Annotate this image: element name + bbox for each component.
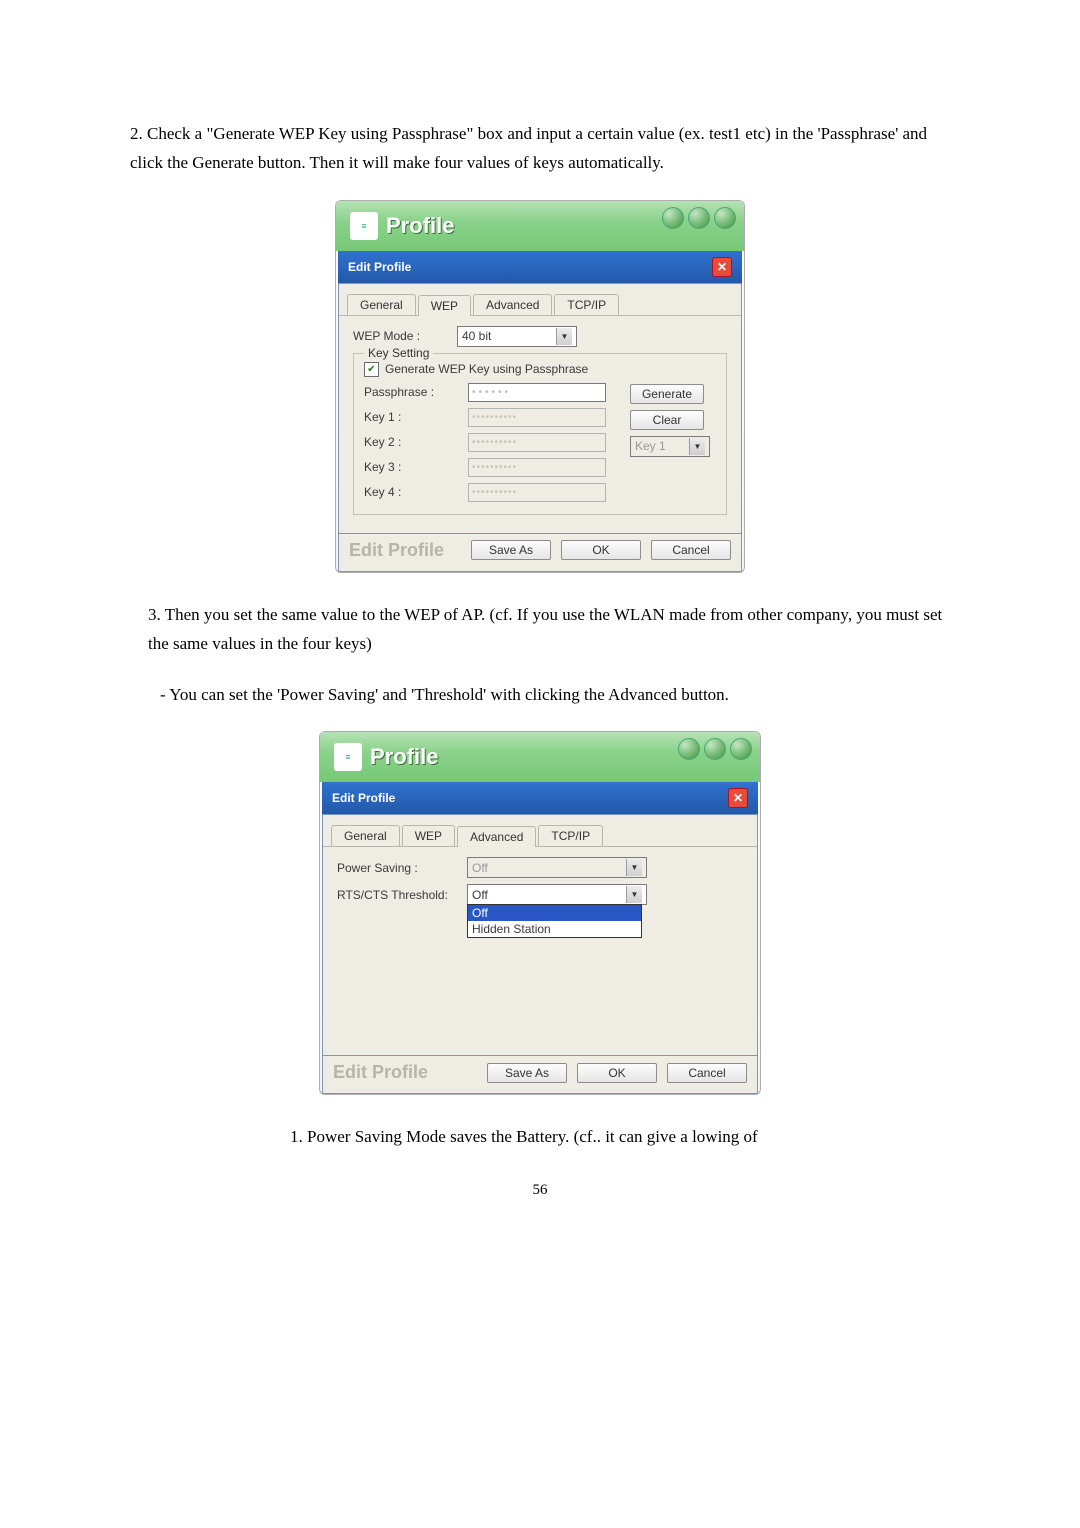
titlebar-extra-icon[interactable] [730, 738, 752, 760]
rts-option-off[interactable]: Off [468, 905, 641, 921]
chevron-down-icon: ▼ [556, 328, 572, 345]
app-logo-icon: ≡ [350, 212, 378, 240]
app-title: Profile [386, 213, 454, 239]
save-as-button[interactable]: Save As [471, 540, 551, 560]
rts-dropdown-list: Off Hidden Station [467, 904, 642, 938]
power-saving-label: Power Saving : [337, 861, 467, 875]
tabs: General WEP Advanced TCP/IP [339, 288, 741, 316]
ok-button[interactable]: OK [561, 540, 641, 560]
app-logo-icon: ≡ [334, 743, 362, 771]
tab-wep[interactable]: WEP [402, 825, 455, 846]
profile-window-wep: ≡ Profile Edit Profile ✕ General WEP Adv… [335, 200, 745, 573]
close-icon[interactable]: ✕ [728, 788, 748, 808]
titlebar-close-icon[interactable] [688, 207, 710, 229]
app-title: Profile [370, 744, 438, 770]
paragraph-2: 3. Then you set the same value to the WE… [130, 601, 950, 659]
wep-mode-label: WEP Mode : [353, 329, 457, 343]
key-setting-legend: Key Setting [364, 346, 433, 360]
key4-input: •••••••••• [468, 483, 606, 502]
generate-passphrase-label: Generate WEP Key using Passphrase [385, 362, 588, 376]
tab-general[interactable]: General [331, 825, 400, 846]
close-icon[interactable]: ✕ [712, 257, 732, 277]
generate-passphrase-checkbox[interactable]: ✔ [364, 362, 379, 377]
paragraph-1: 2. Check a "Generate WEP Key using Passp… [130, 120, 950, 178]
key-setting-group: Key Setting ✔ Generate WEP Key using Pas… [353, 353, 727, 515]
cancel-button[interactable]: Cancel [651, 540, 731, 560]
generate-button[interactable]: Generate [630, 384, 704, 404]
key2-input: •••••••••• [468, 433, 606, 452]
key3-label: Key 3 : [364, 460, 468, 474]
power-saving-select: Off ▼ [467, 857, 647, 878]
passphrase-input[interactable]: •••••• [468, 383, 606, 402]
profile-window-advanced: ≡ Profile Edit Profile ✕ General WEP Adv… [319, 731, 761, 1095]
chevron-down-icon: ▼ [626, 886, 642, 903]
key4-label: Key 4 : [364, 485, 468, 499]
titlebar-min-icon[interactable] [678, 738, 700, 760]
footer-title: Edit Profile [333, 1062, 428, 1083]
power-saving-value: Off [472, 861, 488, 875]
page-number: 56 [130, 1182, 950, 1199]
clear-button[interactable]: Clear [630, 410, 704, 430]
ok-button[interactable]: OK [577, 1063, 657, 1083]
tab-advanced[interactable]: Advanced [457, 826, 536, 847]
titlebar-close-icon[interactable] [704, 738, 726, 760]
wep-mode-select[interactable]: 40 bit ▼ [457, 326, 577, 347]
passphrase-label: Passphrase : [364, 385, 468, 399]
chevron-down-icon: ▼ [689, 438, 705, 455]
titlebar-extra-icon[interactable] [714, 207, 736, 229]
tab-advanced[interactable]: Advanced [473, 294, 552, 315]
key-number-value: Key 1 [635, 439, 666, 453]
tab-general[interactable]: General [347, 294, 416, 315]
rts-option-hidden[interactable]: Hidden Station [468, 921, 641, 937]
titlebar-min-icon[interactable] [662, 207, 684, 229]
footer-title: Edit Profile [349, 540, 444, 561]
key3-input: •••••••••• [468, 458, 606, 477]
titlebar: ≡ Profile [336, 201, 744, 251]
titlebar: ≡ Profile [320, 732, 760, 782]
key-number-select: Key 1 ▼ [630, 436, 710, 457]
rts-threshold-value: Off [472, 888, 488, 902]
chevron-down-icon: ▼ [626, 859, 642, 876]
dialog-title: Edit Profile [332, 791, 395, 805]
wep-mode-value: 40 bit [462, 329, 491, 343]
rts-threshold-label: RTS/CTS Threshold: [337, 888, 467, 902]
cancel-button[interactable]: Cancel [667, 1063, 747, 1083]
dialog-header: Edit Profile ✕ [338, 251, 742, 283]
key1-label: Key 1 : [364, 410, 468, 424]
key1-input: •••••••••• [468, 408, 606, 427]
tab-wep[interactable]: WEP [418, 295, 471, 316]
tabs: General WEP Advanced TCP/IP [323, 819, 757, 847]
tab-tcpip[interactable]: TCP/IP [554, 294, 619, 315]
dialog-header: Edit Profile ✕ [322, 782, 758, 814]
paragraph-4: 1. Power Saving Mode saves the Battery. … [130, 1123, 950, 1152]
tab-tcpip[interactable]: TCP/IP [538, 825, 603, 846]
dialog-title: Edit Profile [348, 260, 411, 274]
key2-label: Key 2 : [364, 435, 468, 449]
paragraph-3: - You can set the 'Power Saving' and 'Th… [130, 681, 950, 710]
save-as-button[interactable]: Save As [487, 1063, 567, 1083]
rts-threshold-select[interactable]: Off ▼ Off Hidden Station [467, 884, 647, 905]
